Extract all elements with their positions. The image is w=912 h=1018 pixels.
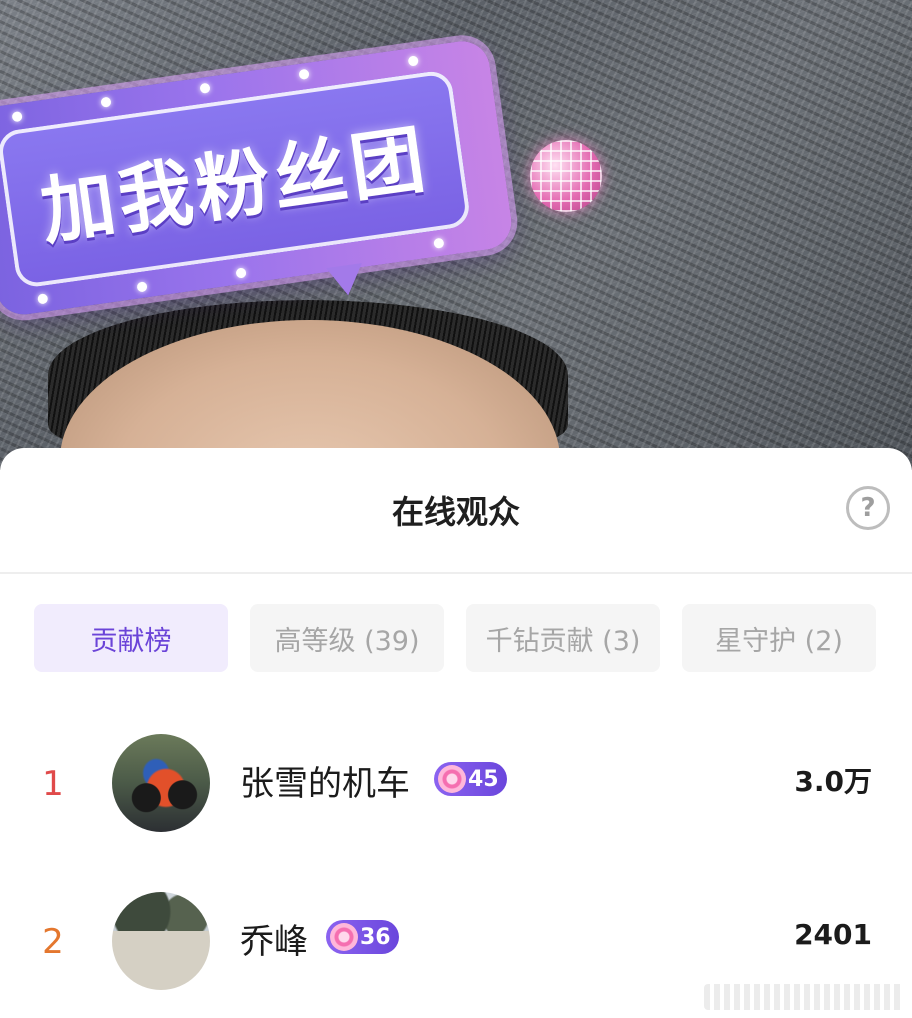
tab-diamond-contribution[interactable]: 千钻贡献 (3) xyxy=(466,604,660,672)
panel-header: 在线观众 ? xyxy=(0,448,912,574)
help-symbol: ? xyxy=(860,493,876,523)
username[interactable]: 张雪的机车 xyxy=(240,756,410,805)
sticker-light-icon xyxy=(199,82,211,94)
fan-group-sticker[interactable]: 加我粉丝团 xyxy=(0,37,515,318)
level-number: 45 xyxy=(468,766,499,792)
sticker-light-icon xyxy=(433,237,445,249)
tab-label: 高等级 (39) xyxy=(274,625,420,657)
sticker-light-icon xyxy=(100,96,112,108)
contribution-amount: 3.0万 xyxy=(794,765,872,798)
sticker-light-icon xyxy=(37,293,49,305)
level-badge: 45 xyxy=(434,762,507,796)
sticker-text: 加我粉丝团 xyxy=(35,115,434,256)
sticker-light-icon xyxy=(407,55,419,67)
avatar[interactable] xyxy=(112,734,210,832)
panel-title: 在线观众 xyxy=(391,493,520,531)
help-icon[interactable]: ? xyxy=(846,486,890,530)
level-gem-icon xyxy=(438,765,466,793)
avatar[interactable] xyxy=(112,892,210,990)
tab-high-level[interactable]: 高等级 (39) xyxy=(250,604,444,672)
live-video-background: 加我粉丝团 xyxy=(0,0,912,470)
watermark xyxy=(704,984,904,1010)
tab-label: 贡献榜 xyxy=(90,625,172,657)
tab-contribution[interactable]: 贡献榜 xyxy=(34,604,228,672)
contribution-amount: 2401 xyxy=(794,918,872,951)
tab-label: 千钻贡献 (3) xyxy=(485,625,641,657)
level-gem-icon xyxy=(330,923,358,951)
level-badge: 36 xyxy=(326,920,399,954)
tab-label: 星守护 (2) xyxy=(715,625,843,657)
level-number: 36 xyxy=(360,924,391,950)
sticker-light-icon xyxy=(298,68,310,80)
sticker-light-icon xyxy=(136,281,148,293)
sticker-frame: 加我粉丝团 xyxy=(0,68,472,290)
audience-tabs: 贡献榜 高等级 (39) 千钻贡献 (3) 星守护 (2) xyxy=(34,604,876,672)
online-audience-panel: 在线观众 ? 贡献榜 高等级 (39) 千钻贡献 (3) 星守护 (2) 1 张… xyxy=(0,448,912,1018)
leaderboard-row[interactable]: 1 张雪的机车 45 3.0万 xyxy=(0,726,912,846)
rank-number: 1 xyxy=(42,764,64,804)
disco-ball-icon xyxy=(530,140,602,212)
sticker-light-icon xyxy=(11,111,23,123)
username[interactable]: 乔峰 xyxy=(240,914,308,963)
rank-number: 2 xyxy=(42,922,64,962)
sticker-light-icon xyxy=(235,267,247,279)
tab-star-guardian[interactable]: 星守护 (2) xyxy=(682,604,876,672)
